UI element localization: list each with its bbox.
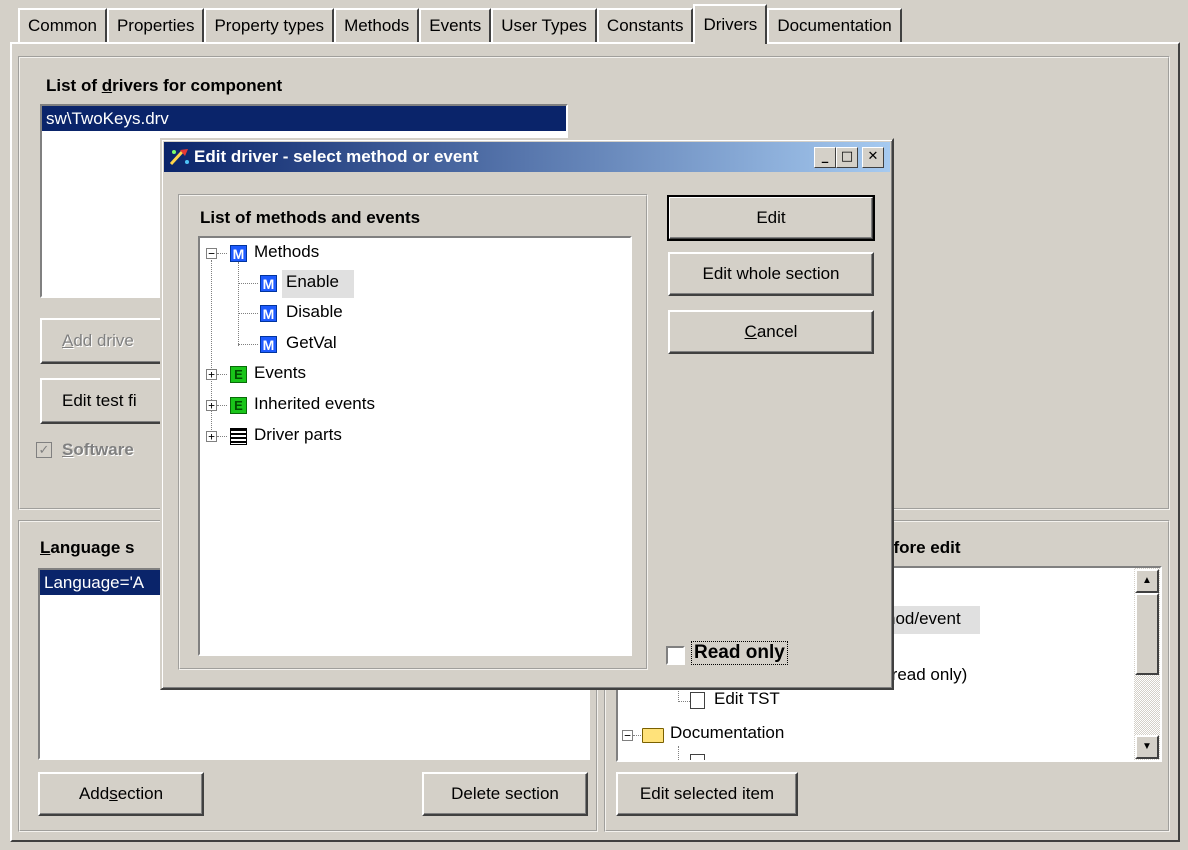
document-icon bbox=[690, 754, 705, 760]
tree-item-edit-tst[interactable]: Edit TST bbox=[714, 689, 780, 709]
tree-node-enable[interactable]: Enable bbox=[286, 272, 339, 292]
expand-icon[interactable]: + bbox=[206, 431, 217, 442]
tab-strip: Common Properties Property types Methods… bbox=[18, 4, 902, 44]
tab-properties[interactable]: Properties bbox=[106, 8, 205, 42]
method-icon: M bbox=[260, 275, 277, 292]
language-title: Language s bbox=[40, 538, 135, 557]
method-icon: M bbox=[230, 245, 247, 262]
tab-drivers[interactable]: Drivers bbox=[693, 4, 768, 44]
software-checkbox[interactable]: ✓ bbox=[36, 442, 52, 458]
methods-events-tree[interactable]: − M Methods M Enable M Disable M GetVal … bbox=[198, 236, 632, 656]
folder-open-icon bbox=[642, 728, 664, 743]
tab-common[interactable]: Common bbox=[18, 8, 107, 42]
list-item[interactable]: sw\TwoKeys.drv bbox=[42, 106, 566, 131]
scroll-down-button[interactable]: ▼ bbox=[1135, 735, 1159, 759]
maximize-icon[interactable]: □ bbox=[836, 147, 858, 168]
tab-user-types[interactable]: User Types bbox=[491, 8, 597, 42]
tab-methods[interactable]: Methods bbox=[334, 8, 420, 42]
tree-item-read-only[interactable]: (read only) bbox=[886, 665, 967, 685]
app-icon bbox=[169, 148, 190, 166]
scroll-up-button[interactable]: ▲ bbox=[1135, 569, 1159, 593]
list-item[interactable]: Language='A bbox=[40, 570, 160, 595]
add-driver-button[interactable]: Add drive bbox=[40, 318, 180, 364]
collapse-icon[interactable]: − bbox=[622, 730, 633, 741]
document-icon bbox=[690, 692, 705, 709]
tree-node-driver-parts[interactable]: Driver parts bbox=[254, 425, 342, 445]
edit-selected-item-button[interactable]: Edit selected item bbox=[616, 772, 798, 816]
drivers-list-title: List of drivers for component bbox=[46, 76, 283, 95]
edit-button[interactable]: Edit bbox=[667, 195, 875, 241]
dialog-title: Edit driver - select method or event bbox=[194, 147, 479, 166]
edit-whole-section-button[interactable]: Edit whole section bbox=[668, 252, 874, 296]
read-only-checkbox[interactable] bbox=[666, 646, 685, 665]
read-only-label: Read only bbox=[691, 641, 788, 665]
method-icon: M bbox=[260, 305, 277, 322]
expand-icon[interactable]: + bbox=[206, 369, 217, 380]
edit-driver-dialog: Edit driver - select method or event _ □… bbox=[160, 138, 894, 690]
dialog-titlebar[interactable]: Edit driver - select method or event _ □… bbox=[164, 142, 890, 172]
method-icon: M bbox=[260, 336, 277, 353]
event-icon: E bbox=[230, 366, 247, 383]
scroll-thumb[interactable] bbox=[1135, 593, 1159, 675]
tree-node-disable[interactable]: Disable bbox=[286, 302, 343, 322]
methods-events-title: List of methods and events bbox=[200, 208, 421, 227]
tab-property-types[interactable]: Property types bbox=[204, 8, 335, 42]
minimize-icon[interactable]: _ bbox=[814, 147, 836, 168]
tree-node-getval[interactable]: GetVal bbox=[286, 333, 337, 353]
list-icon bbox=[230, 428, 247, 445]
tab-events[interactable]: Events bbox=[419, 8, 492, 42]
tree-node-methods[interactable]: Methods bbox=[254, 242, 319, 262]
collapse-icon[interactable]: − bbox=[206, 248, 217, 259]
event-icon: E bbox=[230, 397, 247, 414]
edit-items-title: efore edit bbox=[884, 538, 961, 557]
tree-item-method-event[interactable]: hod/event bbox=[886, 609, 961, 629]
tree-node-events[interactable]: Events bbox=[254, 363, 306, 383]
expand-icon[interactable]: + bbox=[206, 400, 217, 411]
edit-test-file-button[interactable]: Edit test fi bbox=[40, 378, 180, 424]
tab-documentation[interactable]: Documentation bbox=[767, 8, 902, 42]
close-icon[interactable]: ✕ bbox=[862, 147, 884, 168]
add-section-button[interactable]: Add s ection bbox=[38, 772, 204, 816]
tree-node-inherited-events[interactable]: Inherited events bbox=[254, 394, 375, 414]
cancel-button[interactable]: Cancel bbox=[668, 310, 874, 354]
software-label: Software bbox=[62, 440, 134, 459]
tab-constants[interactable]: Constants bbox=[596, 8, 694, 42]
tree-item-documentation[interactable]: Documentation bbox=[670, 723, 784, 743]
delete-section-button[interactable]: Delete section bbox=[422, 772, 588, 816]
